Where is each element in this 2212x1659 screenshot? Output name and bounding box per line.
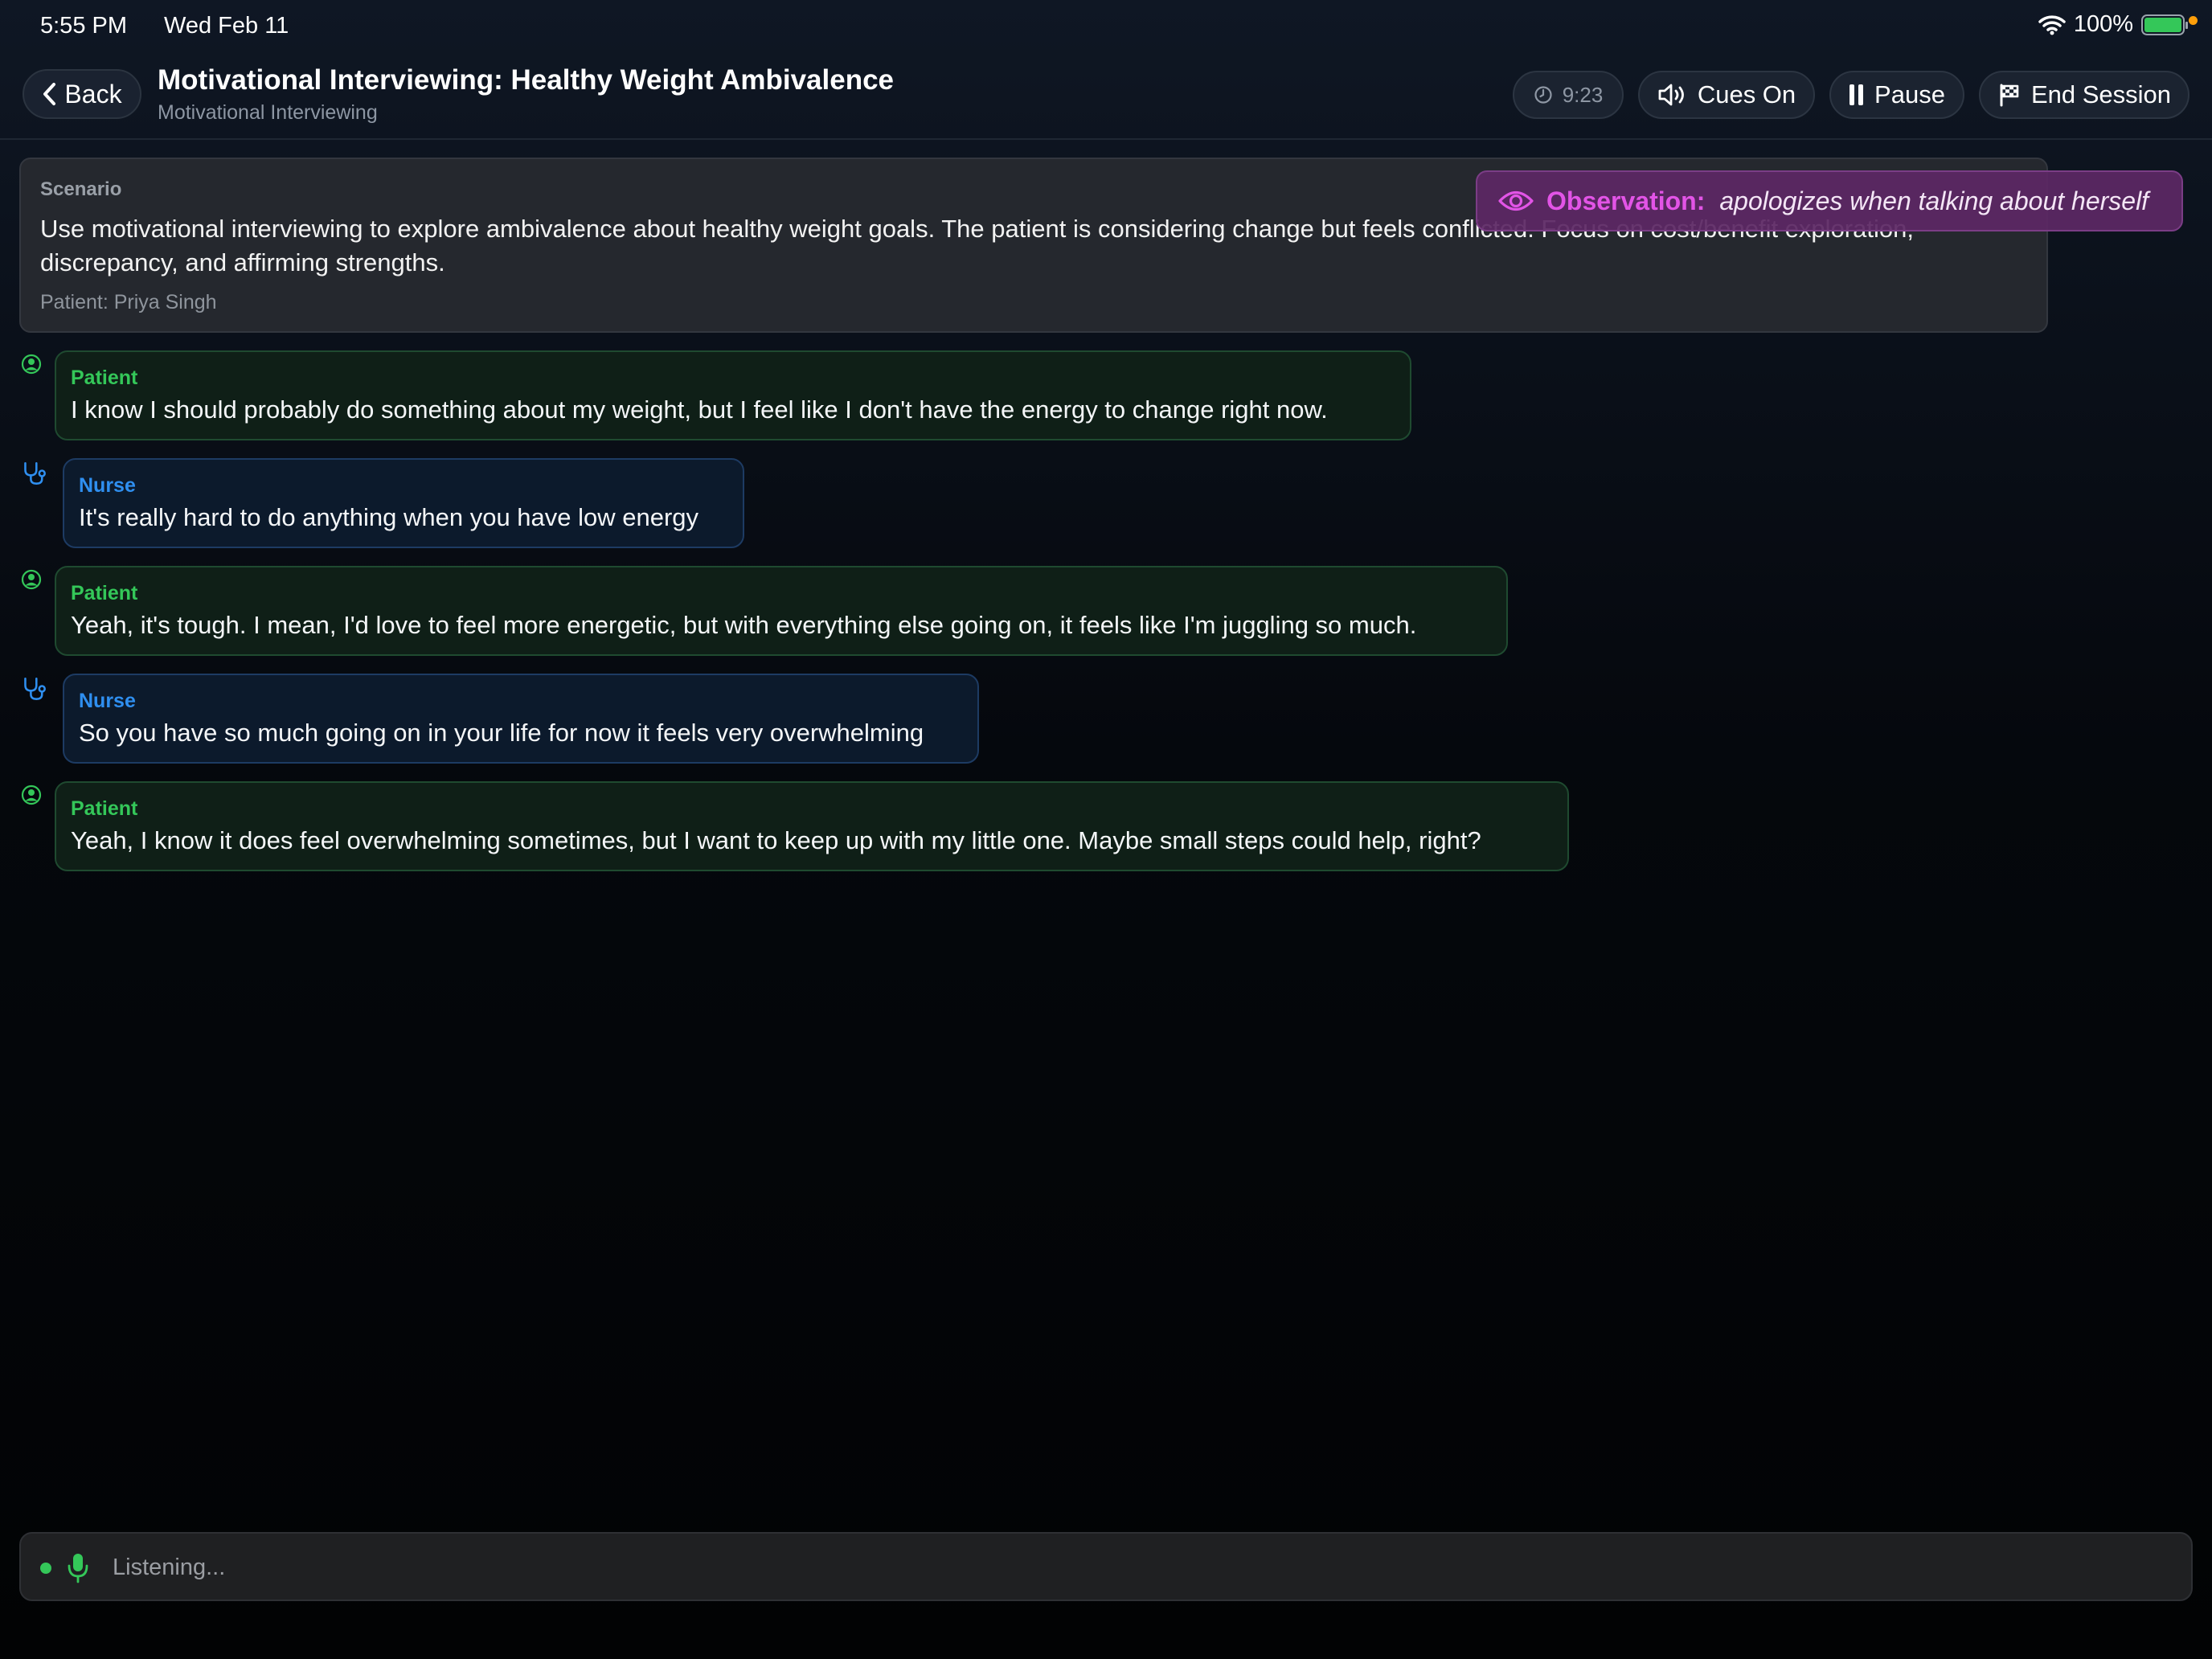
- patient-message-bubble: Patient I know I should probably do some…: [55, 350, 1411, 440]
- eye-icon: [1498, 190, 1534, 211]
- voice-input-bar[interactable]: Listening...: [19, 1532, 2193, 1601]
- battery-percent: 100%: [2073, 11, 2133, 37]
- listening-indicator: [40, 1563, 51, 1574]
- observation-cue: Observation: apologizes when talking abo…: [1476, 170, 2183, 231]
- message-role: Patient: [71, 797, 138, 820]
- message-text: Yeah, I know it does feel overwhelming s…: [71, 826, 1481, 854]
- cues-toggle-button[interactable]: Cues On: [1638, 71, 1815, 119]
- status-bar: 5:55 PM Wed Feb 11 100%: [0, 0, 2212, 51]
- page-subtitle: Motivational Interviewing: [158, 101, 378, 124]
- person-circle-icon: [21, 569, 42, 590]
- message-text: Yeah, it's tough. I mean, I'd love to fe…: [71, 611, 1417, 639]
- nurse-message-bubble: Nurse So you have so much going on in yo…: [63, 674, 979, 764]
- speaker-icon: [1658, 84, 1684, 106]
- session-header: Back Motivational Interviewing: Healthy …: [0, 59, 2212, 140]
- page-title: Motivational Interviewing: Healthy Weigh…: [158, 64, 894, 96]
- recording-indicator: [2189, 16, 2198, 25]
- message-role: Patient: [71, 582, 138, 604]
- stethoscope-icon: [24, 678, 46, 700]
- patient-message-bubble: Patient Yeah, it's tough. I mean, I'd lo…: [55, 566, 1508, 656]
- status-time: 5:55 PM: [40, 13, 127, 39]
- message-text: It's really hard to do anything when you…: [79, 503, 699, 531]
- message-role: Patient: [71, 367, 138, 389]
- end-session-label: End Session: [2030, 80, 2172, 109]
- stethoscope-icon: [24, 462, 46, 485]
- message-role: Nurse: [79, 474, 136, 497]
- timer-value: 9:23: [1562, 82, 1604, 107]
- message-text: I know I should probably do something ab…: [71, 395, 1328, 424]
- message-role: Nurse: [79, 690, 136, 712]
- pause-label: Pause: [1874, 80, 1945, 109]
- microphone-icon[interactable]: [68, 1553, 88, 1583]
- back-label: Back: [64, 79, 122, 109]
- observation-label: Observation:: [1546, 186, 1706, 215]
- scenario-label: Scenario: [40, 178, 122, 200]
- battery-icon: [2141, 14, 2188, 35]
- back-button[interactable]: Back: [23, 69, 141, 119]
- chevron-left-icon: [43, 83, 56, 105]
- pause-icon: [1849, 84, 1864, 105]
- status-indicators: 100%: [2038, 11, 2188, 38]
- patient-message-bubble: Patient Yeah, I know it does feel overwh…: [55, 781, 1569, 871]
- cues-label: Cues On: [1697, 80, 1796, 109]
- pause-button[interactable]: Pause: [1829, 71, 1964, 119]
- message-text: So you have so much going on in your lif…: [79, 719, 924, 747]
- observation-text: apologizes when talking about herself: [1719, 186, 2149, 215]
- clock-icon: [1534, 86, 1552, 104]
- status-date: Wed Feb 11: [164, 13, 289, 39]
- scenario-patient-name: Patient: Priya Singh: [40, 291, 217, 313]
- flag-icon: [2000, 84, 2019, 107]
- end-session-button[interactable]: End Session: [1979, 71, 2189, 119]
- session-timer: 9:23: [1513, 71, 1624, 119]
- nurse-message-bubble: Nurse It's really hard to do anything wh…: [63, 458, 744, 548]
- listening-status: Listening...: [113, 1555, 226, 1580]
- wifi-icon: [2038, 14, 2066, 35]
- person-circle-icon: [21, 354, 42, 375]
- person-circle-icon: [21, 784, 42, 805]
